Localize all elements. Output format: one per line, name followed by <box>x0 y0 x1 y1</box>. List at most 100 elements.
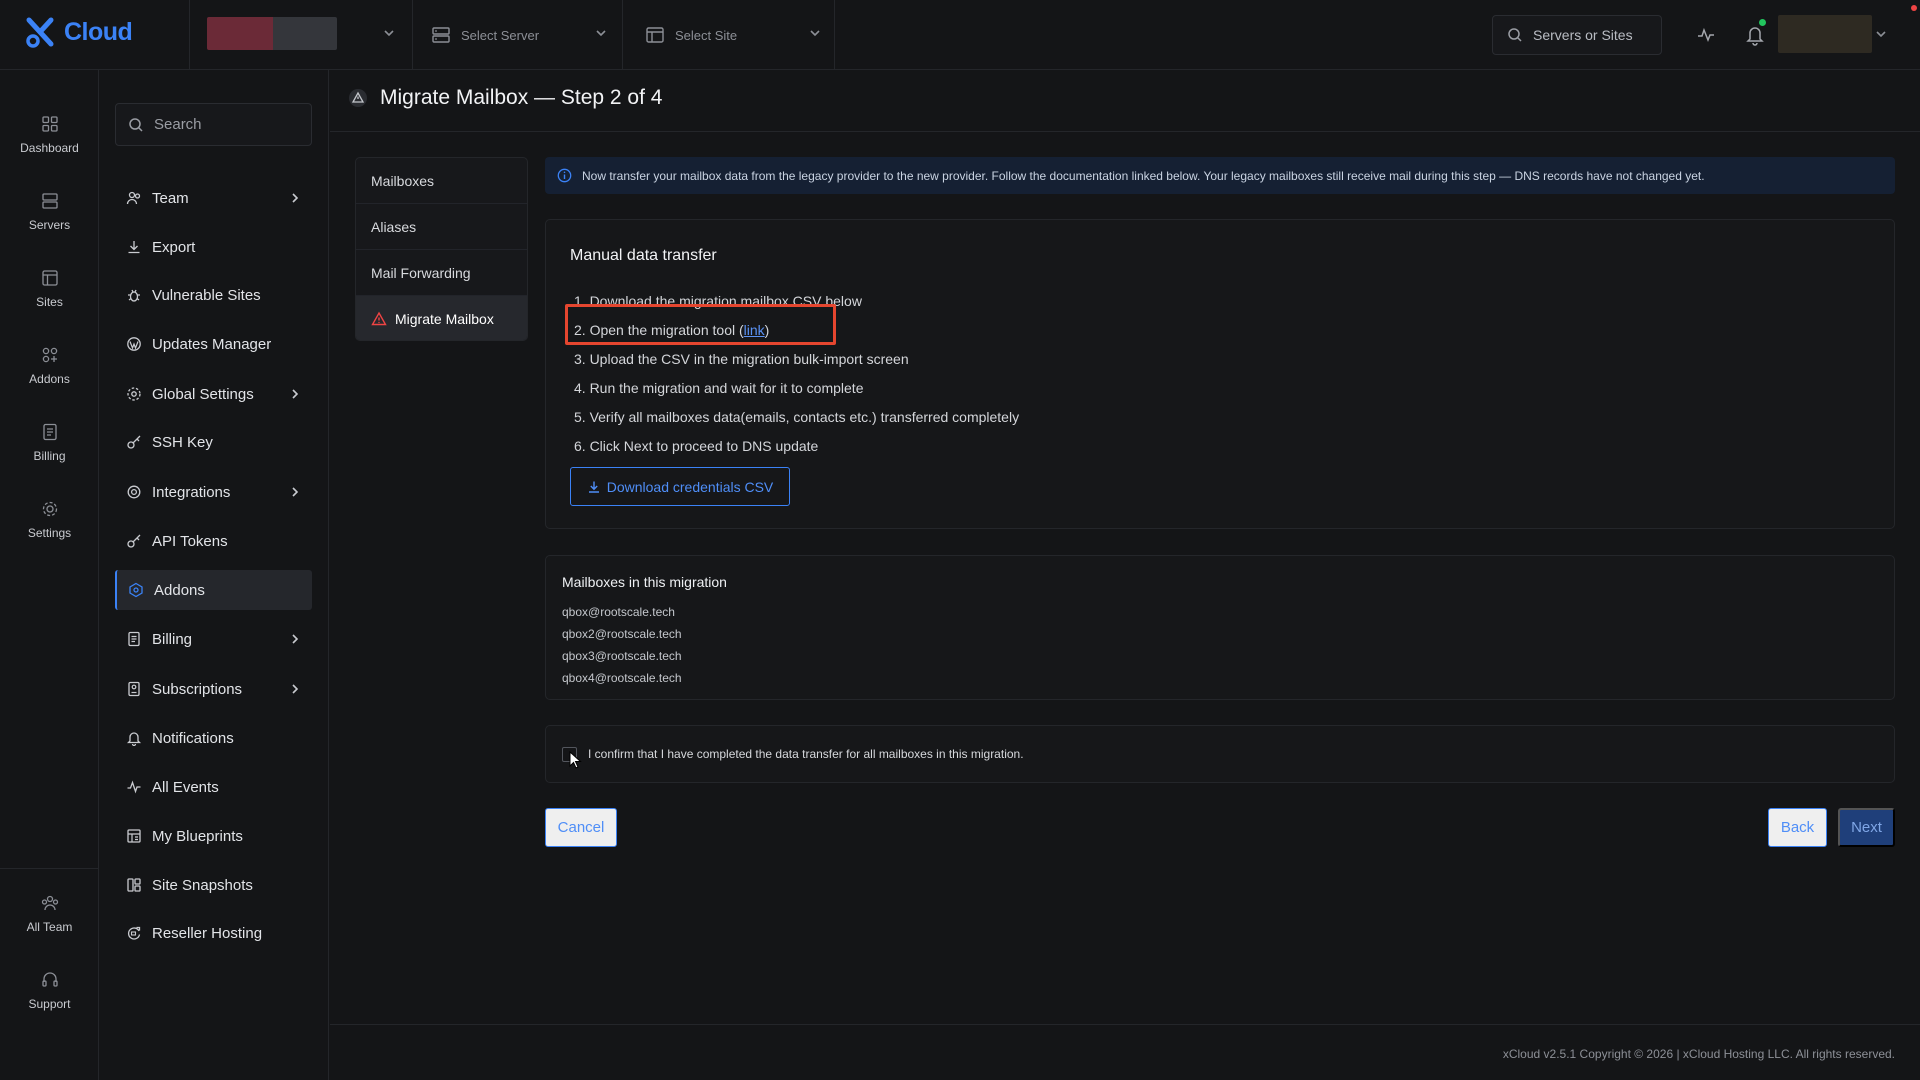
sidebar-item-site-snapshots[interactable]: Site Snapshots <box>115 865 312 905</box>
activity-icon <box>126 779 142 795</box>
team-icon <box>40 893 60 913</box>
sidebar-item-subscriptions[interactable]: Subscriptions <box>115 669 312 709</box>
sidebar-item-vulnerable-sites[interactable]: Vulnerable Sites <box>115 275 312 315</box>
mailboxes-title: Mailboxes in this migration <box>562 574 727 590</box>
rail-label: Billing <box>33 449 66 463</box>
logo-text: Cloud <box>64 17 133 46</box>
bell-icon[interactable] <box>1745 24 1765 46</box>
sidebar-item-global-settings[interactable]: Global Settings <box>115 374 312 414</box>
chevron-down-icon[interactable] <box>1874 27 1888 41</box>
search-icon <box>1507 27 1523 43</box>
subnav-label: Mail Forwarding <box>371 264 471 281</box>
sidebar-item-api-tokens[interactable]: API Tokens <box>115 521 312 561</box>
subnav-item-mail-forwarding[interactable]: Mail Forwarding <box>356 250 527 296</box>
confirm-card: I confirm that I have completed the data… <box>545 725 1895 783</box>
rail-item-sites[interactable]: Sites <box>0 268 99 309</box>
global-search-placeholder: Servers or Sites <box>1533 27 1633 43</box>
users-icon <box>126 190 142 206</box>
notification-status-dot <box>1759 19 1766 26</box>
sidebar-item-label: Addons <box>154 581 205 599</box>
rail-label: Dashboard <box>20 141 79 155</box>
step-item: 5. Verify all mailboxes data(emails, con… <box>574 408 1020 425</box>
sidebar-item-label: Reseller Hosting <box>152 924 263 942</box>
server-selector[interactable]: Select Server <box>412 0 620 70</box>
rail-item-addons[interactable]: Addons <box>0 345 99 386</box>
rail-label: Support <box>28 997 71 1011</box>
rail-label: Sites <box>36 295 63 309</box>
sidenav-search-placeholder: Search <box>154 116 202 133</box>
team-swatch <box>207 17 273 50</box>
rail-item-settings[interactable]: Settings <box>0 499 99 540</box>
team-name-redacted <box>273 17 337 50</box>
icon-rail: Dashboard Servers Sites Addons Billing S… <box>0 70 99 1080</box>
sidebar-item-team[interactable]: Team <box>115 178 312 218</box>
sidebar-item-label: Subscriptions <box>152 680 243 698</box>
step-item: 3. Upload the CSV in the migration bulk-… <box>574 350 909 367</box>
team-switcher[interactable] <box>207 17 337 50</box>
page-title: Migrate Mailbox — Step 2 of 4 <box>348 86 662 110</box>
info-icon <box>557 168 572 183</box>
sidenav-search-input[interactable]: Search <box>115 103 312 146</box>
sidebar-item-billing[interactable]: Billing <box>115 619 312 659</box>
wordpress-icon <box>126 336 142 352</box>
site-selector[interactable]: Select Site <box>622 0 834 70</box>
sidebar-item-notifications[interactable]: Notifications <box>115 718 312 758</box>
chevron-right-icon <box>288 682 302 696</box>
sidebar-item-label: Export <box>152 238 196 256</box>
bug-icon <box>126 287 142 303</box>
cancel-button[interactable]: Cancel <box>545 808 617 847</box>
rail-item-dashboard[interactable]: Dashboard <box>0 114 99 155</box>
sidebar-item-ssh-key[interactable]: SSH Key <box>115 422 312 462</box>
logo[interactable]: Cloud <box>22 14 133 50</box>
rail-item-billing[interactable]: Billing <box>0 422 99 463</box>
browser-icon <box>645 25 665 45</box>
select-site-label: Select Site <box>675 27 738 43</box>
sidebar-item-addons[interactable]: Addons <box>115 570 312 610</box>
bell-icon <box>126 730 142 746</box>
mailbox-list: qbox@rootscale.tech qbox2@rootscale.tech… <box>562 601 682 689</box>
list-item: qbox@rootscale.tech <box>562 605 675 619</box>
select-server-label: Select Server <box>461 27 540 43</box>
back-button[interactable]: Back <box>1768 808 1827 847</box>
sidebar-item-export[interactable]: Export <box>115 227 312 267</box>
download-credentials-button[interactable]: Download credentials CSV <box>570 467 790 506</box>
grid-icon <box>40 114 60 134</box>
next-button[interactable]: Next <box>1838 808 1895 847</box>
user-avatar-redacted[interactable] <box>1778 15 1872 53</box>
chevron-right-icon <box>288 191 302 205</box>
rail-label: Settings <box>27 526 72 540</box>
mailboxes-card: Mailboxes in this migration qbox@rootsca… <box>545 555 1895 700</box>
search-icon <box>128 117 144 133</box>
sidebar-item-updates-manager[interactable]: Updates Manager <box>115 324 312 364</box>
subnav-item-mailboxes[interactable]: Mailboxes <box>356 158 527 204</box>
sidebar-item-label: My Blueprints <box>152 827 243 845</box>
sidebar-item-my-blueprints[interactable]: My Blueprints <box>115 816 312 856</box>
list-item: qbox2@rootscale.tech <box>562 627 682 641</box>
sidebar-item-reseller-hosting[interactable]: Reseller Hosting <box>115 913 312 953</box>
subnav-item-migrate-mailbox[interactable]: Migrate Mailbox <box>356 296 527 340</box>
sidebar-item-all-events[interactable]: All Events <box>115 767 312 807</box>
footer-copyright: xCloud v2.5.1 Copyright © 2026 | xCloud … <box>1502 1047 1895 1061</box>
invoice-icon <box>40 422 60 442</box>
rail-item-servers[interactable]: Servers <box>0 191 99 232</box>
server-icon <box>40 191 60 211</box>
sidebar-item-label: All Events <box>152 778 219 796</box>
rail-item-all-team[interactable]: All Team <box>0 893 99 934</box>
info-text: Now transfer your mailbox data from the … <box>582 168 1705 183</box>
info-banner: Now transfer your mailbox data from the … <box>545 157 1895 194</box>
chevron-right-icon <box>288 485 302 499</box>
confirm-label: I confirm that I have completed the data… <box>588 747 1024 761</box>
addons-icon <box>40 345 60 365</box>
chevron-down-icon[interactable] <box>382 26 396 40</box>
rail-item-support[interactable]: Support <box>0 970 99 1011</box>
step-item: 6. Click Next to proceed to DNS update <box>574 437 819 454</box>
sidebar-item-integrations[interactable]: Integrations <box>115 472 312 512</box>
sidebar-item-label: Team <box>152 189 189 207</box>
activity-icon[interactable] <box>1696 25 1716 45</box>
blueprint-icon <box>126 828 142 844</box>
subnav-item-aliases[interactable]: Aliases <box>356 204 527 250</box>
global-search-input[interactable]: Servers or Sites <box>1492 15 1662 55</box>
side-nav: Search Team Export Vulnerable Sites Upda… <box>99 70 329 1080</box>
chevron-down-icon <box>594 26 608 40</box>
manual-transfer-title: Manual data transfer <box>570 247 717 264</box>
